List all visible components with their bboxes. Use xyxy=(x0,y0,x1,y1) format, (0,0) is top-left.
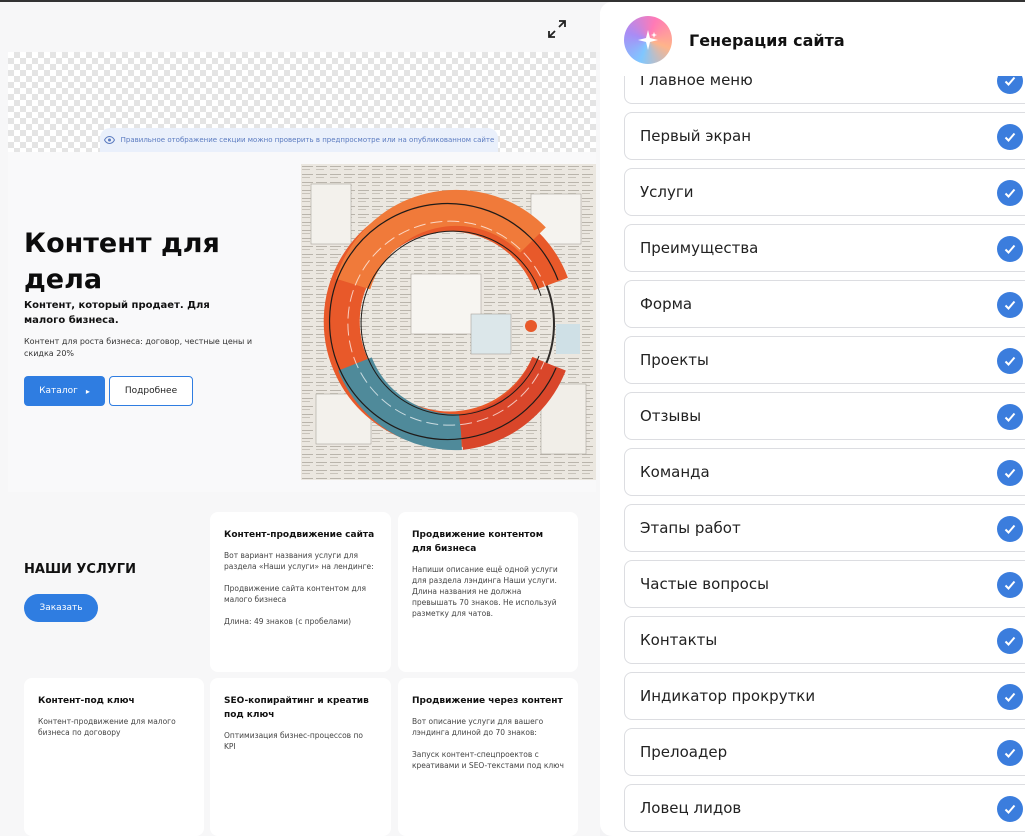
section-item[interactable]: Услуги xyxy=(624,168,1025,216)
catalog-button[interactable]: Каталог ▸ xyxy=(24,376,105,406)
catalog-button-label: Каталог xyxy=(39,386,78,396)
section-item[interactable]: Контакты xyxy=(624,616,1025,664)
service-card: Контент-продвижение сайта Вот вариант на… xyxy=(210,512,391,672)
section-item-label: Частые вопросы xyxy=(640,575,769,593)
check-icon xyxy=(997,684,1023,710)
expand-button[interactable] xyxy=(544,16,570,42)
letter-c-collage-illustration xyxy=(301,164,596,480)
section-item[interactable]: Команда xyxy=(624,448,1025,496)
expand-icon xyxy=(548,20,566,38)
service-card: Продвижение контентом для бизнеса Напиши… xyxy=(398,512,578,672)
panel-header: Генерация сайта xyxy=(600,2,1025,76)
service-card-title: Продвижение контентом для бизнеса xyxy=(412,530,544,554)
check-icon xyxy=(997,740,1023,766)
section-item-label: Индикатор прокрутки xyxy=(640,687,816,705)
service-card-text: Напиши описание ещё одной услуги для раз… xyxy=(412,565,558,618)
preview-notice-text: Правильное отображение секции можно пров… xyxy=(120,136,495,144)
order-button-label: Заказать xyxy=(39,603,83,613)
section-item-label: Команда xyxy=(640,463,710,481)
section-item[interactable]: Ловец лидов xyxy=(624,784,1025,832)
section-item-label: Прелоадер xyxy=(640,743,728,761)
section-item[interactable]: Отзывы xyxy=(624,392,1025,440)
section-item[interactable]: Преимущества xyxy=(624,224,1025,272)
check-icon xyxy=(997,628,1023,654)
service-card: Контент-под ключ Контент-продвижение для… xyxy=(24,678,204,836)
section-item-label: Контакты xyxy=(640,631,718,649)
section-item[interactable]: Прелоадер xyxy=(624,728,1025,776)
service-card-text: Вот описание услуги для вашего лэндинга … xyxy=(412,717,564,770)
section-item-label: Услуги xyxy=(640,183,694,201)
services-section: НАШИ УСЛУГИ Заказать Контент-продвижение… xyxy=(8,500,596,836)
sparkle-icon xyxy=(638,30,658,50)
service-card: Продвижение через контент Вот описание у… xyxy=(398,678,578,836)
section-item[interactable]: Форма xyxy=(624,280,1025,328)
hero-description: Контент для роста бизнеса: договор, чест… xyxy=(24,337,253,358)
section-item-label: Ловец лидов xyxy=(640,799,742,817)
section-item-label: Первый экран xyxy=(640,127,752,145)
site-preview: Правильное отображение секции можно пров… xyxy=(0,0,600,836)
check-icon xyxy=(997,516,1023,542)
section-item[interactable]: Проекты xyxy=(624,336,1025,384)
eye-icon xyxy=(103,136,115,144)
section-item-label: Отзывы xyxy=(640,407,702,425)
section-item-label: Этапы работ xyxy=(640,519,741,537)
section-item[interactable]: Частые вопросы xyxy=(624,560,1025,608)
hero-subtitle: Контент, который продает. Для малого биз… xyxy=(24,300,210,326)
service-card-title: Контент-продвижение сайта xyxy=(224,530,375,540)
hero-title: Контент для дела xyxy=(24,228,220,295)
service-card-title: SEO-копирайтинг и креатив под ключ xyxy=(224,696,369,720)
check-icon xyxy=(997,796,1023,822)
more-button[interactable]: Подробнее xyxy=(109,376,193,406)
panel-title: Генерация сайта xyxy=(689,31,845,50)
service-card-title: Продвижение через контент xyxy=(412,696,563,706)
service-card-text: Контент-продвижение для малого бизнеса п… xyxy=(38,717,176,737)
check-icon xyxy=(997,236,1023,262)
section-item-label: Форма xyxy=(640,295,693,313)
section-item-label: Проекты xyxy=(640,351,709,369)
window-top-border xyxy=(0,0,1025,2)
hero-section: Контент для дела Контент, который продае… xyxy=(8,152,596,492)
service-card-title: Контент-под ключ xyxy=(38,696,135,706)
section-item-label: Преимущества xyxy=(640,239,759,257)
preview-notice: Правильное отображение секции можно пров… xyxy=(100,128,498,152)
more-button-label: Подробнее xyxy=(124,386,178,396)
service-card-text: Оптимизация бизнес-процессов по KPI xyxy=(224,731,363,751)
site-generation-panel: Генерация сайта Главное меню Первый экра… xyxy=(600,2,1025,836)
check-icon xyxy=(997,180,1023,206)
check-icon xyxy=(997,124,1023,150)
check-icon xyxy=(997,572,1023,598)
check-icon xyxy=(997,348,1023,374)
service-card-text: Вот вариант названия услуги для раздела … xyxy=(224,551,374,626)
check-icon xyxy=(997,292,1023,318)
order-button[interactable]: Заказать xyxy=(24,594,98,622)
section-item[interactable]: Первый экран xyxy=(624,112,1025,160)
services-heading: НАШИ УСЛУГИ xyxy=(24,562,136,577)
check-icon xyxy=(997,404,1023,430)
section-item[interactable]: Индикатор прокрутки xyxy=(624,672,1025,720)
section-item[interactable]: Этапы работ xyxy=(624,504,1025,552)
ai-logo xyxy=(624,16,672,64)
check-icon xyxy=(997,460,1023,486)
hero-image xyxy=(301,164,596,480)
chevron-right-icon: ▸ xyxy=(85,386,90,396)
service-card: SEO-копирайтинг и креатив под ключ Оптим… xyxy=(210,678,391,836)
